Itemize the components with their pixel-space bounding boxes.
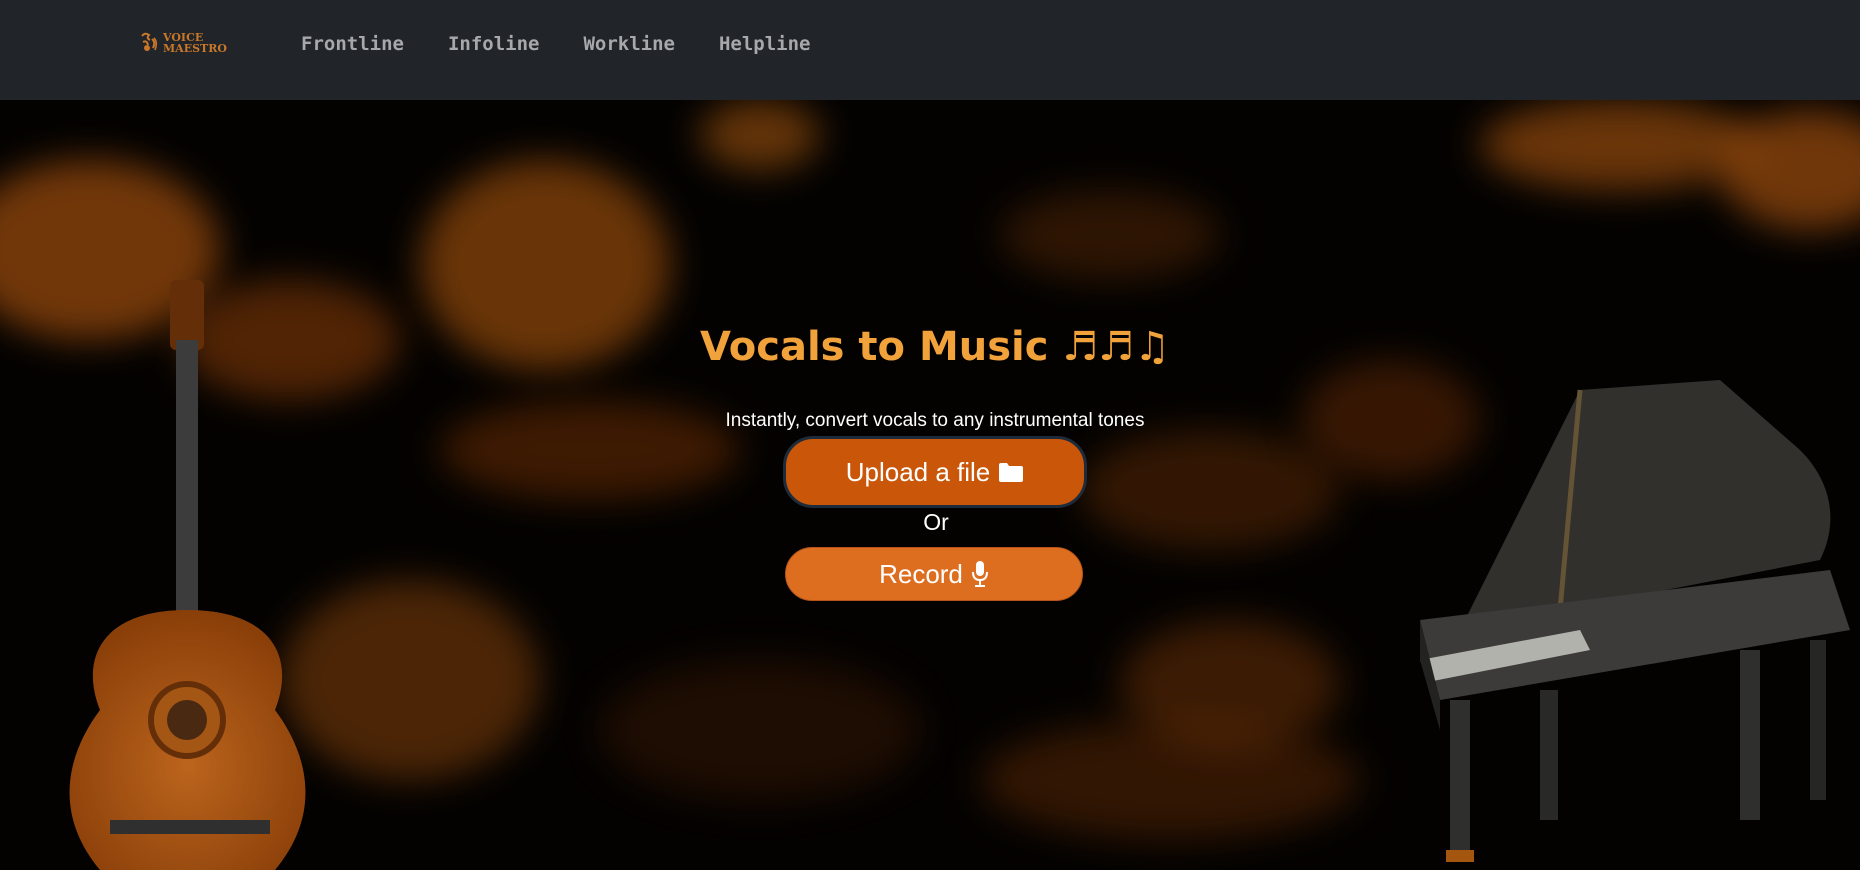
nav-link-infoline[interactable]: Infoline: [448, 30, 540, 58]
nav-link-workline[interactable]: Workline: [583, 30, 675, 58]
navbar: VOICE MAESTRO Frontline Infoline Worklin…: [0, 0, 1860, 100]
record-label: Record: [879, 558, 963, 589]
page-title: Vocals to Music ♬♬♫: [0, 319, 1860, 375]
or-separator: Or: [923, 509, 949, 535]
music-note-logo-icon: [141, 32, 158, 51]
hero-section: Vocals to Music ♬♬♫ Instantly, convert v…: [0, 100, 1860, 870]
record-button[interactable]: Record: [785, 547, 1083, 601]
voice-maestro-logo[interactable]: VOICE MAESTRO: [139, 30, 235, 56]
upload-file-label: Upload a file: [845, 456, 991, 487]
upload-file-button[interactable]: Upload a file: [783, 436, 1087, 508]
nav-links: Frontline Infoline Workline Helpline: [301, 30, 811, 58]
logo-text: VOICE MAESTRO: [163, 32, 227, 54]
title-text: Vocals to Music: [700, 323, 1049, 370]
microphone-icon: [971, 561, 988, 587]
subtitle: Instantly, convert vocals to any instrum…: [725, 410, 1145, 431]
music-notes-icon: ♬♬♫: [1062, 323, 1170, 370]
nav-link-helpline[interactable]: Helpline: [719, 30, 811, 58]
logo-line-maestro: MAESTRO: [163, 42, 227, 55]
nav-link-frontline[interactable]: Frontline: [301, 30, 404, 58]
folder-icon: [999, 463, 1024, 482]
